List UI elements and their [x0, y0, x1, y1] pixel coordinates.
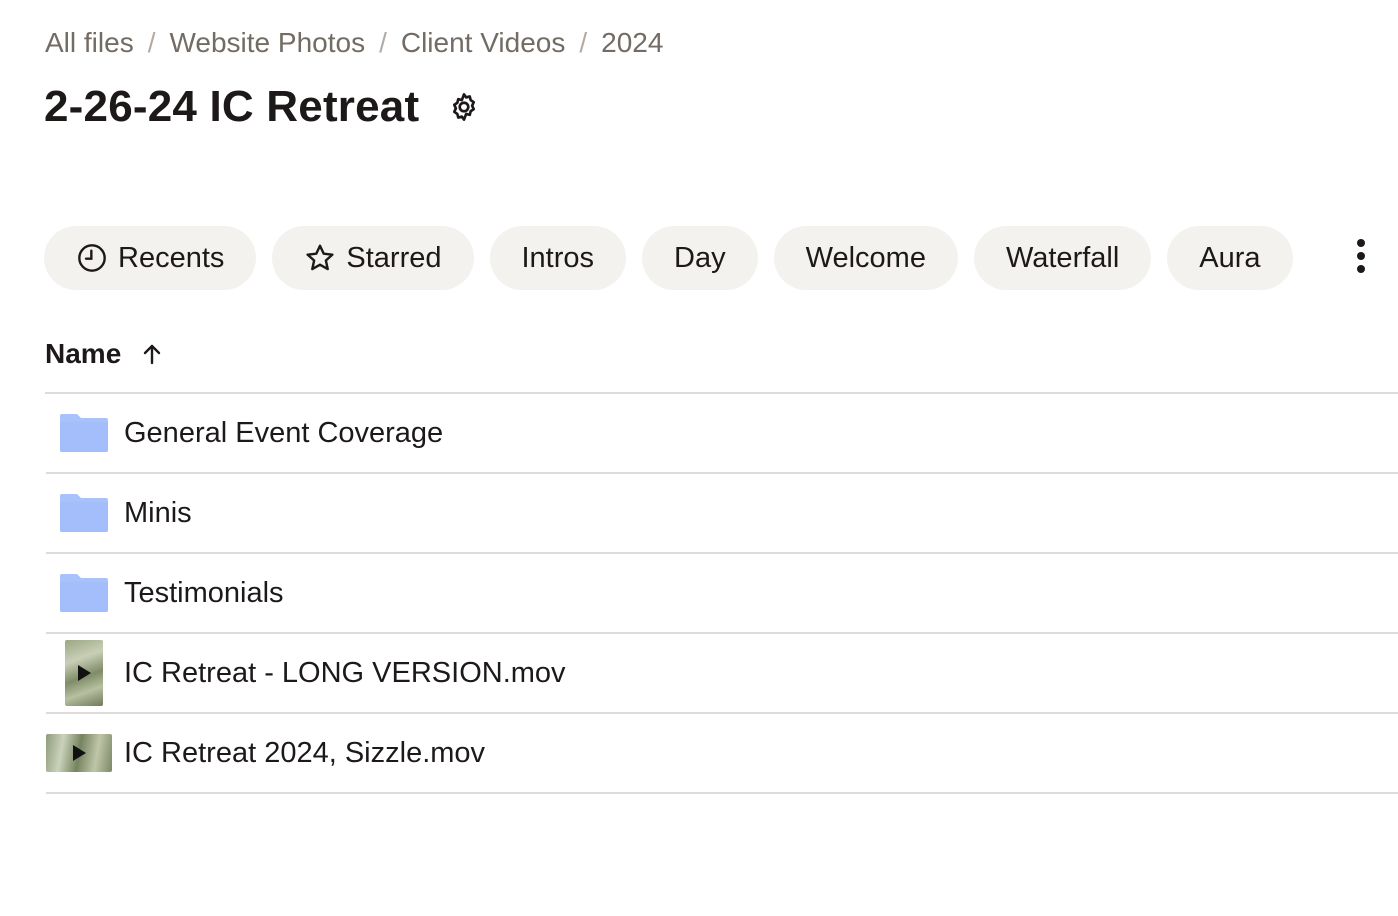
name-column-header[interactable]: Name: [45, 334, 165, 374]
chip-label: Intros: [521, 241, 595, 274]
filter-chips: Recents Starred Intros Day Welcome Water…: [44, 226, 1309, 290]
row-name: IC Retreat - LONG VERSION.mov: [124, 656, 566, 689]
video-thumbnail-portrait: [46, 634, 122, 712]
row-name: IC Retreat 2024, Sizzle.mov: [124, 736, 486, 769]
chip-waterfall[interactable]: Waterfall: [973, 226, 1152, 290]
table-row[interactable]: Testimonials: [46, 554, 1398, 634]
breadcrumb-website-photos[interactable]: Website Photos: [169, 27, 365, 59]
title-row: 2-26-24 IC Retreat: [44, 78, 481, 136]
clock-icon: [76, 242, 108, 274]
video-thumbnail: [46, 734, 112, 772]
chip-label: Day: [674, 241, 726, 274]
folder-icon: [46, 394, 122, 472]
breadcrumb-separator: /: [379, 27, 387, 58]
breadcrumb-2024[interactable]: 2024: [601, 27, 663, 59]
table-row[interactable]: IC Retreat - LONG VERSION.mov: [46, 634, 1398, 714]
more-options-button[interactable]: [1340, 234, 1382, 282]
table-row[interactable]: Minis: [46, 474, 1398, 554]
file-list: General Event Coverage Minis Testimonial…: [46, 394, 1398, 794]
table-row[interactable]: General Event Coverage: [46, 394, 1398, 474]
breadcrumb-all-files[interactable]: All files: [45, 27, 134, 59]
chip-label: Recents: [118, 241, 225, 274]
star-icon: [304, 242, 336, 274]
chip-label: Welcome: [805, 241, 926, 274]
chip-recents[interactable]: Recents: [44, 226, 257, 290]
chip-day[interactable]: Day: [642, 226, 758, 290]
row-name: General Event Coverage: [124, 416, 444, 449]
column-header-label: Name: [45, 338, 122, 369]
video-thumbnail-landscape: [46, 714, 122, 792]
chip-aura[interactable]: Aura: [1167, 226, 1293, 290]
folder-icon: [46, 474, 122, 552]
video-thumbnail: [65, 640, 103, 706]
chip-starred[interactable]: Starred: [272, 226, 474, 290]
chip-label: Starred: [346, 241, 442, 274]
file-browser-page: All files / Website Photos / Client Vide…: [0, 0, 1398, 916]
breadcrumb-client-videos[interactable]: Client Videos: [401, 27, 565, 59]
chip-label: Aura: [1199, 241, 1261, 274]
row-name: Minis: [124, 496, 192, 529]
folder-icon: [46, 554, 122, 632]
page-title: 2-26-24 IC Retreat: [44, 82, 420, 131]
breadcrumb-separator: /: [147, 27, 156, 58]
more-vertical-icon: [1355, 238, 1367, 279]
play-icon: [78, 665, 91, 681]
row-name: Testimonials: [124, 576, 284, 609]
breadcrumb: All files / Website Photos / Client Vide…: [45, 24, 663, 62]
chip-welcome[interactable]: Welcome: [773, 226, 958, 290]
arrow-up-icon: [141, 340, 165, 368]
chip-intros[interactable]: Intros: [489, 226, 627, 290]
breadcrumb-separator: /: [579, 27, 588, 58]
table-row[interactable]: IC Retreat 2024, Sizzle.mov: [46, 714, 1398, 794]
chip-label: Waterfall: [1005, 241, 1120, 274]
play-icon: [73, 745, 86, 761]
gear-icon[interactable]: [447, 90, 481, 124]
